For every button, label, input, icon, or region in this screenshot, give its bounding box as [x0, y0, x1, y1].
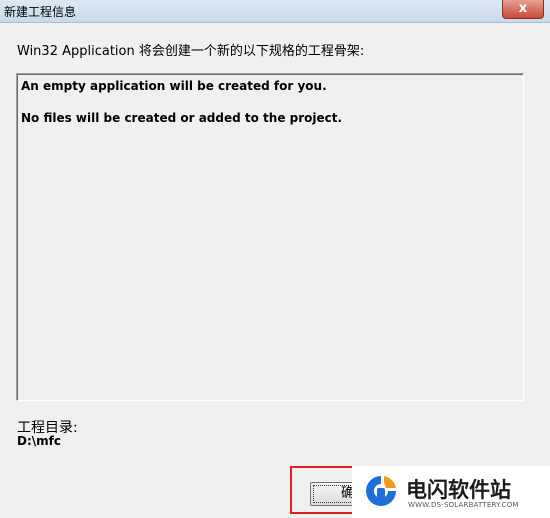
- intro-text: Win32 Application 将会创建一个新的以下规格的工程骨架:: [17, 44, 365, 59]
- info-line: No files will be created or added to the…: [21, 111, 343, 125]
- info-line: An empty application will be created for…: [21, 79, 327, 93]
- watermark-name: 电闪软件站: [406, 478, 511, 502]
- close-button[interactable]: x: [502, 0, 544, 19]
- watermark-url: WWW.DS-SOLARBATTERY.COM: [408, 501, 519, 509]
- project-dir-value: D:\mfc: [17, 434, 61, 448]
- watermark: 电闪软件站 WWW.DS-SOLARBATTERY.COM: [352, 466, 550, 518]
- window-title: 新建工程信息: [4, 5, 77, 19]
- title-bar: 新建工程信息 x: [0, 0, 550, 23]
- info-box: An empty application will be created for…: [16, 73, 524, 401]
- watermark-logo-icon: [366, 476, 396, 506]
